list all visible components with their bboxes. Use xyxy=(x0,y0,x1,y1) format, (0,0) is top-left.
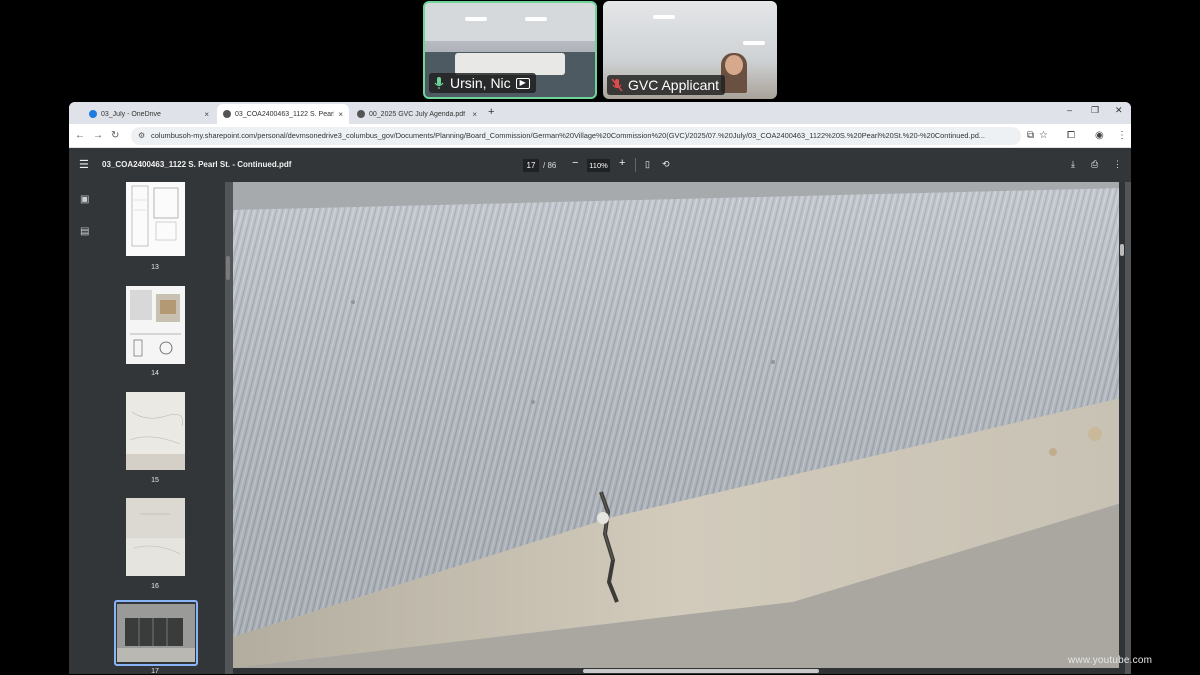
pdf-page-view[interactable] xyxy=(233,182,1125,668)
thumbnails-icon[interactable]: ▣ xyxy=(80,194,89,205)
zoom-level-input[interactable]: 110% xyxy=(587,159,610,172)
scrollbar-thumb[interactable] xyxy=(583,669,819,673)
thumbnail-page-13[interactable] xyxy=(126,182,185,256)
onedrive-icon xyxy=(89,110,97,118)
mic-muted-icon xyxy=(611,78,623,92)
thumbnail-drawing xyxy=(130,290,181,357)
site-info-icon[interactable]: ⚙ xyxy=(138,127,145,145)
translate-icon[interactable]: ⧉ xyxy=(1027,130,1034,141)
bookmark-star-icon[interactable]: ☆ xyxy=(1039,130,1048,141)
thumbnail-photo xyxy=(117,604,195,662)
forward-icon[interactable]: → xyxy=(93,130,103,141)
participant-name: Ursin, Nic xyxy=(450,75,511,91)
thumbnail-page-number: 13 xyxy=(151,264,159,271)
globe-icon xyxy=(357,110,365,118)
thumbnail-page-16[interactable] xyxy=(126,498,185,576)
extensions-icon[interactable]: ⧠ xyxy=(1067,130,1075,141)
back-icon[interactable]: ← xyxy=(75,130,85,141)
youtube-watermark: www.youtube.com xyxy=(1068,655,1153,666)
room-background xyxy=(425,3,595,41)
thumbnail-page-14[interactable] xyxy=(126,286,185,364)
fit-page-icon[interactable]: ▯ xyxy=(645,159,650,170)
thumbnail-page-17[interactable] xyxy=(117,604,195,662)
participant-tile-gvc-applicant[interactable]: GVC Applicant xyxy=(603,1,777,99)
thumbnail-page-15[interactable] xyxy=(126,392,185,470)
minimize-button[interactable]: – xyxy=(1067,105,1072,115)
participant-name-tag: Ursin, Nic ▶ xyxy=(429,73,536,93)
screen-share-icon: ▶ xyxy=(515,77,530,89)
participant-tile-ursin[interactable]: Ursin, Nic ▶ xyxy=(423,1,597,99)
thumbnail-page-number: 17 xyxy=(151,668,159,674)
thumbnail-drawing xyxy=(131,185,179,247)
more-options-icon[interactable]: ⋮ xyxy=(1113,159,1122,170)
url-field[interactable]: ⚙ columbusoh-my.sharepoint.com/personal/… xyxy=(131,127,1021,145)
close-tab-icon[interactable]: × xyxy=(204,110,209,119)
url-text: columbusoh-my.sharepoint.com/personal/de… xyxy=(151,131,985,140)
ceiling-light xyxy=(653,15,675,19)
page-vertical-scrollbar[interactable] xyxy=(1119,182,1125,668)
address-bar-row: ← → ↻ ⚙ columbusoh-my.sharepoint.com/per… xyxy=(69,124,1131,148)
thumbnail-page-number: 16 xyxy=(151,583,159,590)
pdf-title: 03_COA2400463_1122 S. Pearl St. - Contin… xyxy=(102,160,292,169)
mic-icon xyxy=(434,77,444,89)
globe-icon xyxy=(223,110,231,118)
zoom-in-icon[interactable]: + xyxy=(619,157,625,169)
download-icon[interactable]: ⤓ xyxy=(1071,159,1075,170)
ceiling-light xyxy=(465,17,487,21)
page-horizontal-scrollbar[interactable] xyxy=(233,668,1125,674)
tab-label: 03_COA2400463_1122 S. Pearl xyxy=(235,110,335,118)
maximize-button[interactable]: ❐ xyxy=(1091,105,1099,116)
page-total: / 86 xyxy=(543,161,557,170)
pdf-viewer: ▣ ▤ 13 14 15 16 17 xyxy=(69,182,1131,674)
zoom-out-icon[interactable]: − xyxy=(572,157,578,169)
participant-name-tag: GVC Applicant xyxy=(607,75,726,95)
rotate-icon[interactable]: ⟲ xyxy=(662,159,670,170)
close-tab-icon[interactable]: × xyxy=(338,110,343,119)
close-tab-icon[interactable]: × xyxy=(472,110,477,119)
menu-kebab-icon[interactable]: ⋮ xyxy=(1117,130,1127,141)
pdf-toolbar: ☰ 03_COA2400463_1122 S. Pearl St. - Cont… xyxy=(69,148,1131,182)
thumbnail-page-number: 14 xyxy=(151,370,159,377)
outline-icon[interactable]: ▤ xyxy=(80,226,89,237)
conference-table xyxy=(455,53,565,75)
print-icon[interactable]: ⎙ xyxy=(1091,159,1098,170)
thumbnail-photo xyxy=(126,498,185,576)
sidebar-toggle-icon[interactable]: ☰ xyxy=(79,158,89,171)
tab-label: 00_2025 GVC July Agenda.pdf xyxy=(369,110,466,118)
thumbnail-panel: 13 14 15 16 17 xyxy=(105,182,225,674)
thumbnail-scrollbar[interactable] xyxy=(226,256,230,280)
participant-name: GVC Applicant xyxy=(628,77,720,93)
sidebar-rail: ▣ ▤ xyxy=(69,182,105,674)
tab-agenda[interactable]: 00_2025 GVC July Agenda.pdf × xyxy=(351,104,483,124)
ceiling-light xyxy=(743,41,765,45)
scrollbar-thumb[interactable] xyxy=(1120,244,1124,256)
close-window-button[interactable]: ✕ xyxy=(1115,105,1123,116)
ceiling-light xyxy=(525,17,547,21)
pdf-page-photo-concrete-crack xyxy=(233,182,1125,668)
tab-pdf-active[interactable]: 03_COA2400463_1122 S. Pearl × xyxy=(217,104,349,124)
tab-label: 03_July - OneDrive xyxy=(101,110,161,118)
participant-head xyxy=(725,55,743,75)
tab-onedrive[interactable]: 03_July - OneDrive × xyxy=(83,104,215,124)
tab-bar: 03_July - OneDrive × 03_COA2400463_1122 … xyxy=(69,102,1131,124)
profile-icon[interactable]: ◉ xyxy=(1095,130,1104,141)
thumbnail-page-number: 15 xyxy=(151,477,159,484)
reload-icon[interactable]: ↻ xyxy=(111,130,119,141)
page-number-input[interactable]: 17 xyxy=(523,159,539,172)
thumbnail-photo xyxy=(126,392,185,470)
browser-window: 03_July - OneDrive × 03_COA2400463_1122 … xyxy=(69,102,1131,674)
new-tab-button[interactable]: + xyxy=(488,106,494,118)
toolbar-divider xyxy=(635,158,636,172)
